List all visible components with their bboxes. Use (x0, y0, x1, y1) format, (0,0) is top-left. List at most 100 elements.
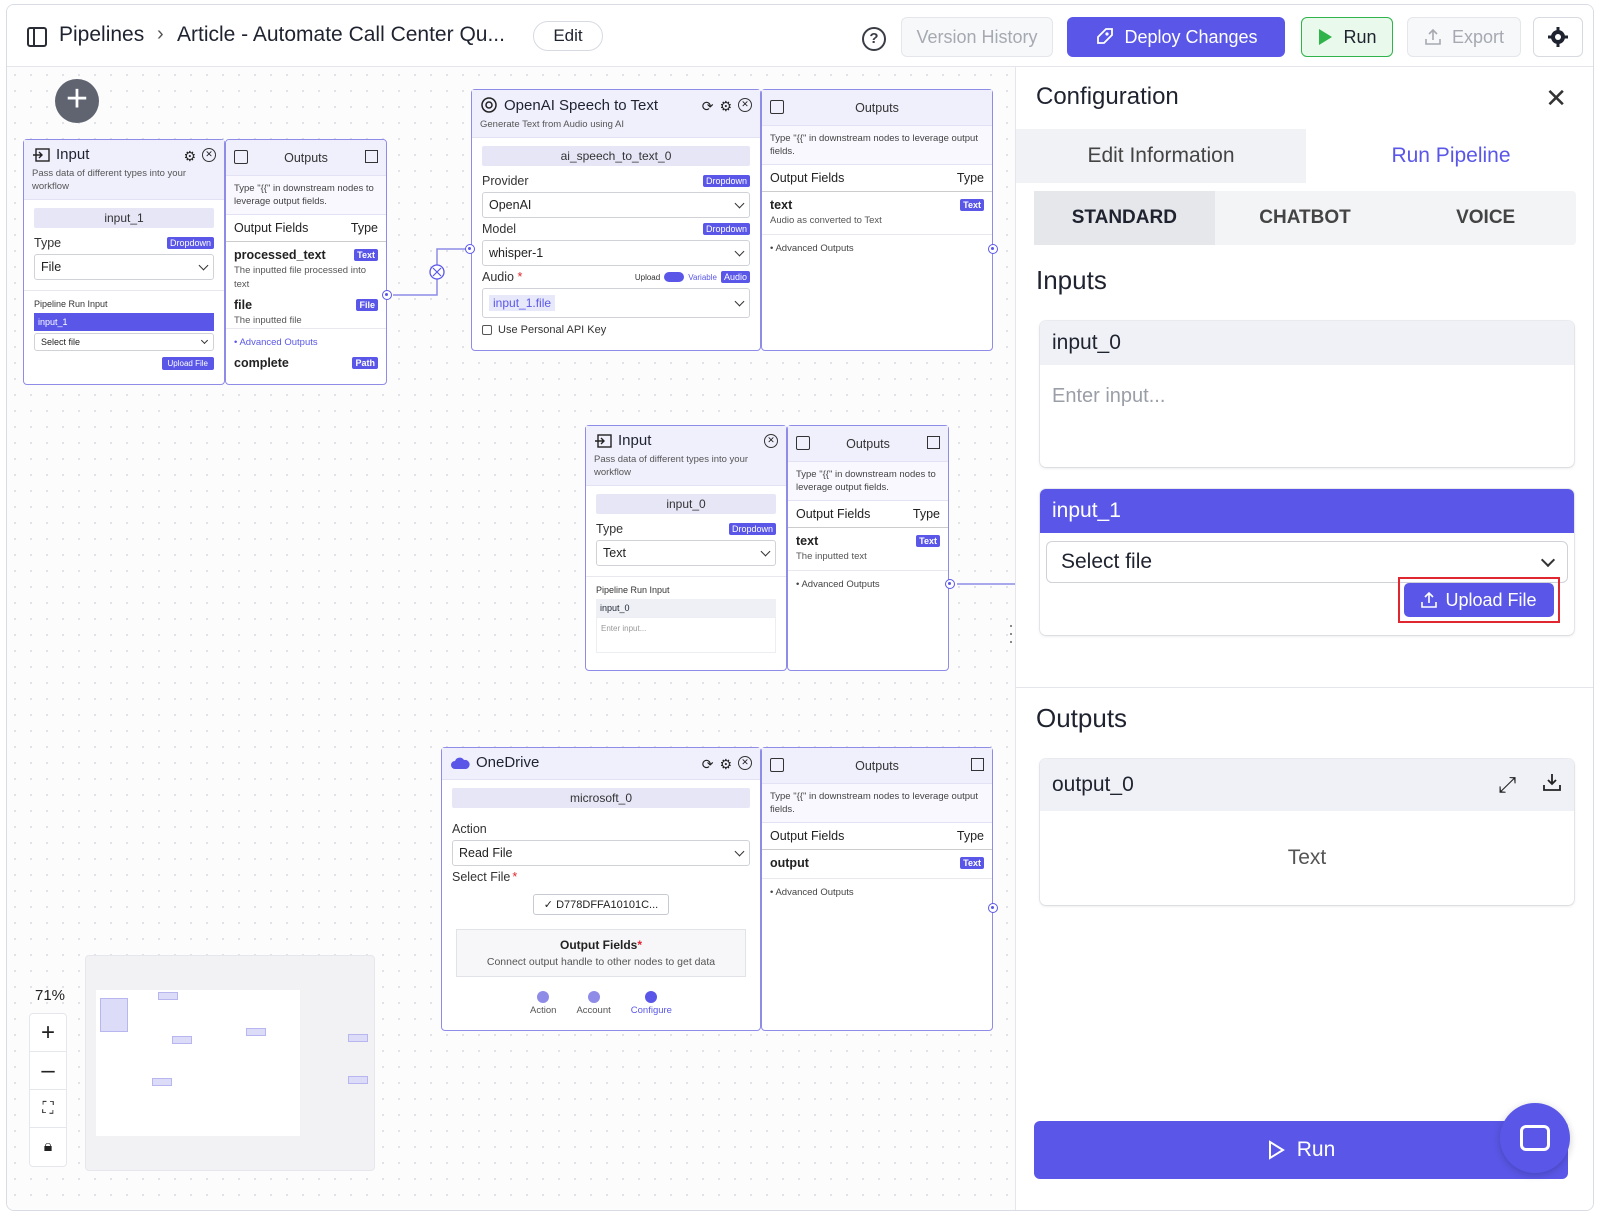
open-external-icon[interactable] (927, 436, 940, 449)
advanced-outputs-toggle[interactable]: • Advanced Outputs (226, 328, 386, 356)
play-icon (1268, 1140, 1285, 1160)
settings-button[interactable] (1533, 17, 1583, 57)
collapse-icon[interactable] (234, 150, 248, 164)
breadcrumb-pipelines[interactable]: Pipelines (59, 23, 144, 47)
step-configure[interactable]: Configure (631, 991, 672, 1016)
gear-icon[interactable]: ⚙ (719, 98, 732, 115)
tab-voice[interactable]: VOICE (1395, 191, 1576, 245)
panel-tabs: Edit Information Run Pipeline (1016, 129, 1593, 183)
gear-icon[interactable]: ⚙ (183, 148, 196, 165)
tab-edit-information[interactable]: Edit Information (1016, 129, 1306, 183)
close-icon[interactable]: ✕ (738, 98, 752, 112)
node-title: Input (56, 146, 90, 163)
export-button[interactable]: Export (1407, 17, 1521, 57)
advanced-outputs-toggle[interactable]: • Advanced Outputs (788, 570, 948, 598)
open-external-icon[interactable] (365, 150, 378, 163)
node-id[interactable]: input_1 (34, 208, 214, 228)
help-icon[interactable]: ? (862, 27, 886, 51)
advanced-outputs-toggle[interactable]: • Advanced Outputs (762, 878, 992, 906)
model-select[interactable]: whisper-1 (482, 240, 750, 266)
close-icon[interactable]: ✕ (202, 148, 216, 162)
select-file-dropdown[interactable]: Select file (34, 333, 214, 351)
selected-file-id: D778DFFA10101C... (556, 899, 659, 911)
node-header: Input ⚙ ✕ Pass data of different types i… (24, 140, 224, 200)
node-id[interactable]: input_0 (596, 494, 776, 514)
field-name: output (770, 856, 809, 870)
lock-icon[interactable]: 🔒︎ (30, 1128, 66, 1166)
selected-file-chip[interactable]: ✓ D778DFFA10101C... (532, 894, 670, 915)
upload-icon (1421, 592, 1438, 608)
input-node-1[interactable]: Input ⚙ ✕ Pass data of different types i… (23, 139, 225, 385)
minimap-node (172, 1036, 192, 1044)
panel-title: Configuration (1036, 83, 1179, 110)
pipeline-canvas[interactable]: + Input ⚙ ✕ Pass data of different types… (7, 67, 1015, 1210)
output-0-value: Text (1287, 846, 1327, 869)
audio-select[interactable]: input_1.file (482, 288, 750, 318)
action-select[interactable]: Read File (452, 840, 750, 866)
zoom-in-button[interactable]: + (30, 1014, 66, 1052)
tab-chatbot[interactable]: CHATBOT (1215, 191, 1396, 245)
select-file-label: Select File (452, 870, 511, 884)
expand-icon[interactable]: ⤢ (1498, 772, 1516, 798)
action-label: Action (452, 822, 487, 836)
onedrive-node[interactable]: OneDrive ⟳ ⚙ ✕ microsoft_0 Action Read F… (441, 747, 761, 1031)
step-action[interactable]: Action (530, 991, 556, 1016)
output-handle[interactable] (988, 244, 998, 254)
close-icon[interactable]: ✕ (738, 756, 752, 770)
type-select[interactable]: File (34, 254, 214, 280)
input-handle[interactable] (465, 244, 475, 254)
deploy-changes-button[interactable]: Deploy Changes (1067, 17, 1285, 57)
edit-button[interactable]: Edit (533, 21, 603, 51)
variable-toggle-label: Variable (688, 272, 717, 282)
refresh-icon[interactable]: ⟳ (702, 98, 714, 115)
chat-support-button[interactable] (1500, 1103, 1570, 1173)
input-0-label: input_0 (1040, 321, 1574, 365)
tab-run-pipeline[interactable]: Run Pipeline (1306, 129, 1593, 183)
upload-variable-toggle[interactable] (664, 272, 685, 282)
run-pipeline-button[interactable]: Run (1034, 1121, 1568, 1179)
close-icon[interactable]: ✕ (1545, 83, 1567, 114)
api-key-checkbox[interactable] (482, 325, 492, 335)
close-icon[interactable]: ✕ (764, 434, 778, 448)
run-button[interactable]: Run (1301, 17, 1393, 57)
upload-file-button[interactable]: Upload File (1404, 583, 1554, 617)
run-input-label: Pipeline Run Input (34, 299, 108, 309)
input-icon (595, 433, 612, 448)
chevron-down-icon (734, 246, 745, 256)
node-id[interactable]: ai_speech_to_text_0 (482, 146, 750, 166)
provider-select[interactable]: OpenAI (482, 192, 750, 218)
zoom-controls: + – ⛶ 🔒︎ (29, 1013, 67, 1167)
sidebar-toggle-icon[interactable] (27, 27, 47, 47)
refresh-icon[interactable]: ⟳ (702, 756, 714, 773)
fit-view-button[interactable]: ⛶ (30, 1090, 66, 1128)
chevron-down-icon (734, 846, 745, 856)
speech-to-text-node[interactable]: OpenAI Speech to Text ⟳ ⚙ ✕ Generate Tex… (471, 89, 761, 351)
download-icon[interactable] (1542, 772, 1562, 792)
output-handle[interactable] (382, 290, 392, 300)
type-select[interactable]: Text (596, 540, 776, 566)
upload-file-button[interactable]: Upload File (161, 357, 214, 370)
collapse-icon[interactable] (770, 100, 784, 114)
field-name: file (234, 298, 253, 312)
zoom-out-button[interactable]: – (30, 1052, 66, 1090)
panel-resize-handle[interactable]: · · · (1008, 616, 1014, 650)
gear-icon[interactable]: ⚙ (719, 756, 732, 773)
field-desc: The inputted text (796, 551, 867, 562)
output-fields-label: Output Fields (770, 829, 845, 843)
run-input-field[interactable]: Enter input... (596, 617, 776, 653)
collapse-icon[interactable] (770, 758, 784, 772)
open-external-icon[interactable] (971, 758, 984, 771)
audio-variable-chip[interactable]: input_1.file (489, 295, 556, 311)
output-handle[interactable] (945, 579, 955, 589)
step-account[interactable]: Account (576, 991, 611, 1016)
input-0-field[interactable]: Enter input... (1040, 365, 1574, 467)
minimap[interactable] (85, 955, 375, 1171)
version-history-button[interactable]: Version History (901, 17, 1053, 57)
tab-standard[interactable]: STANDARD (1034, 191, 1215, 245)
input-node-0[interactable]: Input ✕ Pass data of different types int… (585, 425, 787, 671)
advanced-outputs-toggle[interactable]: • Advanced Outputs (762, 234, 992, 262)
configuration-panel: Configuration ✕ Edit Information Run Pip… (1015, 67, 1593, 1210)
output-handle[interactable] (988, 903, 998, 913)
node-id[interactable]: microsoft_0 (452, 788, 750, 808)
collapse-icon[interactable] (796, 436, 810, 450)
